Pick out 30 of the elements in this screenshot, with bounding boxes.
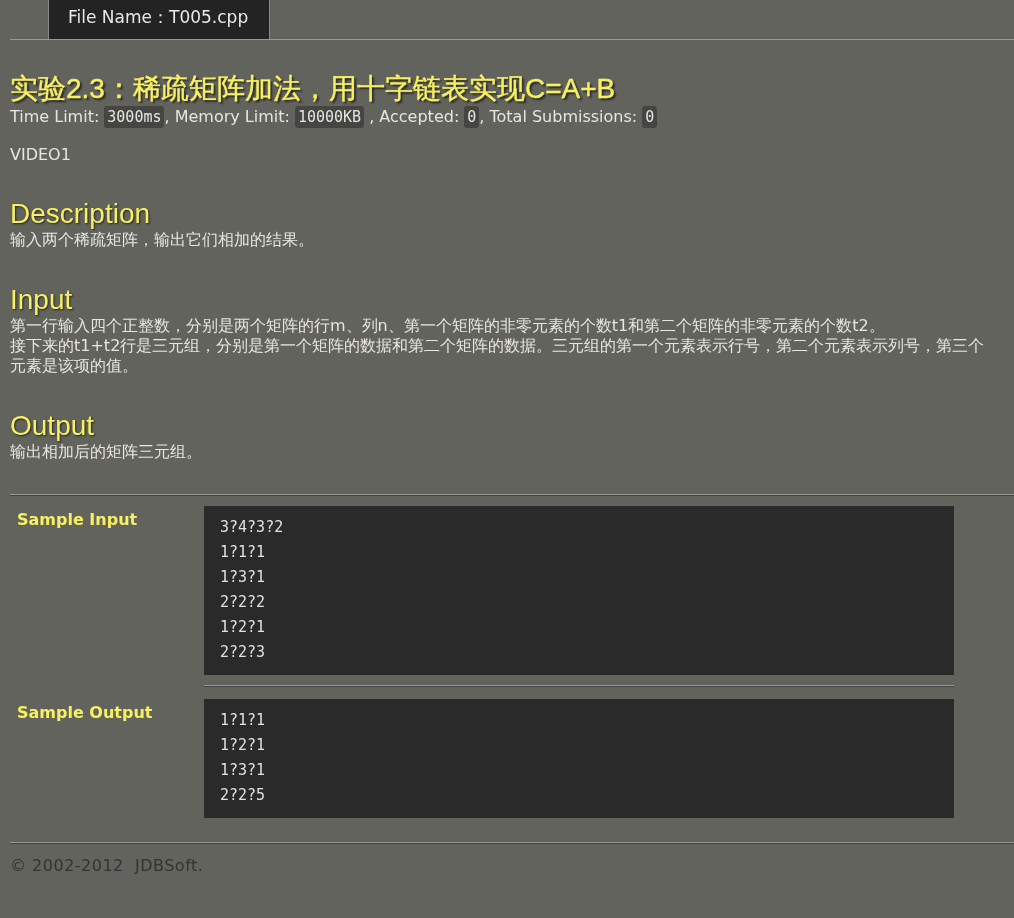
file-name-tab[interactable]: File Name：T005.cpp xyxy=(48,0,270,39)
code-line: 1?3?1 xyxy=(220,760,267,781)
video-label: VIDEO1 xyxy=(10,145,72,164)
limit-label: , Memory Limit: xyxy=(164,106,290,128)
limit-label: Time Limit: xyxy=(10,106,100,128)
code-line: 1?1?1 xyxy=(220,542,267,563)
section-heading: Description xyxy=(10,198,152,230)
code-line: 1?3?1 xyxy=(220,567,267,588)
code-line: 1?2?1 xyxy=(220,735,267,756)
section-text: 输出相加后的矩阵三元组。 xyxy=(10,442,203,462)
section-heading: Input xyxy=(10,284,74,316)
code-line: 2?2?5 xyxy=(220,785,267,806)
code-line: 1?1?1 xyxy=(220,710,267,731)
section-heading: Output xyxy=(10,410,96,442)
code-line: 1?2?1 xyxy=(220,617,267,638)
limit-label: , Total Submissions: xyxy=(479,106,638,128)
limit-value: 3000ms xyxy=(104,106,165,128)
limit-label: , Accepted: xyxy=(368,106,460,128)
sample-label: Sample Input xyxy=(16,509,139,531)
section-text: 输入两个稀疏矩阵，输出它们相加的结果。 xyxy=(10,230,315,250)
section-text: 接下来的t1+t2行是三元组，分别是第一个矩阵的数据和第二个矩阵的数据。三元组的第一个元素表示行号，第二个元素表示列号，第三个元素是该项的值。 xyxy=(10,336,986,376)
sample-label: Sample Output xyxy=(16,702,154,724)
limit-value: 0 xyxy=(642,106,658,128)
section-text: 第一行输入四个正整数，分别是两个矩阵的行m、列n、第一个矩阵的非零元素的个数t1和第二个矩阵的非零元素的个数t2。 xyxy=(10,316,886,336)
problem-title: 实验2.3：稀疏矩阵加法，用十字链表实现C=A+B xyxy=(10,72,617,106)
code-line: 2?2?2 xyxy=(220,592,267,613)
code-line: 3?4?3?2 xyxy=(220,517,285,538)
code-line: 2?2?3 xyxy=(220,642,267,663)
limit-value: 10000KB xyxy=(294,106,365,128)
limit-value: 0 xyxy=(464,106,480,128)
